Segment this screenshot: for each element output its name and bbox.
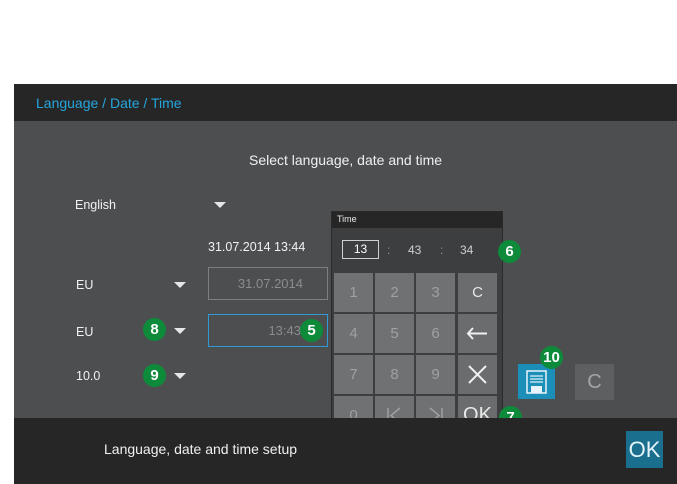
date-format-dropdown-icon[interactable] bbox=[174, 282, 186, 288]
cancel-key[interactable] bbox=[458, 355, 497, 394]
key-2[interactable]: 2 bbox=[375, 273, 414, 312]
separator-2: : bbox=[440, 243, 444, 257]
key-1[interactable]: 1 bbox=[334, 273, 373, 312]
footer-bar: Language, date and time setup bbox=[14, 418, 677, 484]
date-format-value[interactable]: EU bbox=[76, 278, 93, 292]
callout-5: 5 bbox=[300, 319, 323, 342]
time-popup-title: Time bbox=[337, 214, 357, 224]
screen-title: Language / Date / Time bbox=[36, 95, 182, 111]
arrow-left-icon bbox=[466, 327, 487, 340]
seconds-input[interactable]: 34 bbox=[460, 243, 473, 257]
current-datetime: 31.07.2014 13:44 bbox=[208, 240, 306, 254]
key-8[interactable]: 8 bbox=[375, 355, 414, 394]
time-format-dropdown-icon[interactable] bbox=[174, 328, 186, 334]
save-button[interactable] bbox=[518, 364, 555, 399]
timezone-dropdown-icon[interactable] bbox=[174, 373, 186, 379]
page-heading: Select language, date and time bbox=[248, 152, 443, 168]
key-6[interactable]: 6 bbox=[416, 314, 455, 353]
callout-9: 9 bbox=[143, 364, 166, 387]
callout-8: 8 bbox=[143, 318, 166, 341]
cancel-button[interactable]: C bbox=[575, 364, 614, 400]
time-popup: Time 13 : 43 : 34 1 2 3 C 4 5 6 7 8 9 0 … bbox=[332, 212, 502, 439]
save-icon bbox=[526, 370, 547, 394]
footer-text: Language, date and time setup bbox=[104, 441, 298, 457]
time-popup-header: Time bbox=[332, 212, 502, 228]
ok-button[interactable]: OK bbox=[626, 431, 663, 468]
key-4[interactable]: 4 bbox=[334, 314, 373, 353]
date-field[interactable]: 31.07.2014 bbox=[208, 267, 328, 300]
language-dropdown-icon[interactable] bbox=[214, 202, 226, 208]
clear-key[interactable]: C bbox=[458, 273, 497, 312]
language-value[interactable]: English bbox=[75, 198, 116, 212]
x-icon bbox=[468, 365, 487, 384]
backspace-key[interactable] bbox=[458, 314, 497, 353]
minutes-input[interactable]: 43 bbox=[408, 243, 421, 257]
hours-input[interactable]: 13 bbox=[342, 240, 379, 259]
callout-10: 10 bbox=[540, 346, 563, 369]
key-5[interactable]: 5 bbox=[375, 314, 414, 353]
timezone-value[interactable]: 10.0 bbox=[76, 369, 100, 383]
separator-1: : bbox=[387, 243, 391, 257]
key-3[interactable]: 3 bbox=[416, 273, 455, 312]
callout-6: 6 bbox=[498, 240, 521, 263]
time-format-value[interactable]: EU bbox=[76, 325, 93, 339]
title-bar: Language / Date / Time bbox=[14, 84, 677, 121]
key-9[interactable]: 9 bbox=[416, 355, 455, 394]
settings-screen: Language / Date / Time Select language, … bbox=[14, 84, 677, 484]
key-7[interactable]: 7 bbox=[334, 355, 373, 394]
